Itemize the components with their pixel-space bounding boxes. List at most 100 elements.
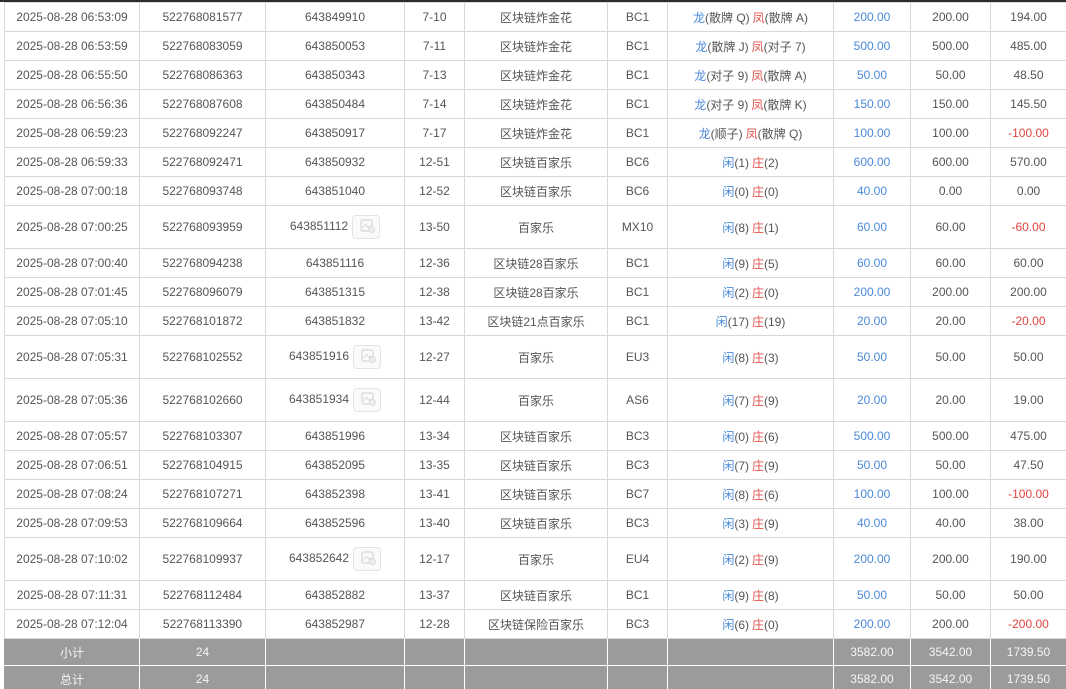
round-id-text: 643851040 <box>305 184 365 198</box>
cell-win-loss: 48.50 <box>991 61 1066 90</box>
cell-bet-amount: 200.00 <box>834 3 911 32</box>
cell-result: 闲(8)庄(3) <box>668 336 834 379</box>
cell-table-seat: 7-13 <box>405 61 465 90</box>
cell-round-id: 643852095 <box>266 451 405 480</box>
cell-time: 2025-08-28 07:01:45 <box>5 278 140 307</box>
cell-round-id: 643850343 <box>266 61 405 90</box>
bet-amount-link[interactable]: 100.00 <box>854 487 891 501</box>
table-row: 2025-08-28 07:05:57522768103307643851996… <box>5 422 1066 451</box>
cell-result: 闲(7)庄(9) <box>668 379 834 422</box>
bet-amount-link[interactable]: 600.00 <box>854 155 891 169</box>
cell-game-name: 区块链炸金花 <box>465 61 608 90</box>
result-red-label: 庄 <box>752 488 764 502</box>
cell-round-id: 643850484 <box>266 90 405 119</box>
cell-table-seat: 7-14 <box>405 90 465 119</box>
result-media-icon[interactable] <box>353 345 381 369</box>
result-red-detail: (9) <box>764 517 779 531</box>
result-blue-detail: (7) <box>734 459 749 473</box>
footer-label: 总计 <box>5 666 140 689</box>
cell-game-name: 区块链百家乐 <box>465 509 608 538</box>
cell-result: 闲(0)庄(0) <box>668 177 834 206</box>
result-media-icon[interactable] <box>352 215 380 239</box>
bet-amount-link[interactable]: 500.00 <box>854 39 891 53</box>
cell-order-id: 522768109937 <box>140 538 266 581</box>
cell-bet-amount: 100.00 <box>834 119 911 148</box>
result-red-label: 庄 <box>752 459 764 473</box>
cell-valid-amount: 100.00 <box>911 119 991 148</box>
cell-table-code: BC1 <box>608 61 668 90</box>
cell-time: 2025-08-28 06:59:33 <box>5 148 140 177</box>
bet-amount-link[interactable]: 20.00 <box>857 393 887 407</box>
table-row: 2025-08-28 06:56:36522768087608643850484… <box>5 90 1066 119</box>
cell-game-name: 区块链百家乐 <box>465 148 608 177</box>
footer-bet-total: 3582.00 <box>834 666 911 689</box>
result-blue-label: 闲 <box>722 394 734 408</box>
cell-time: 2025-08-28 07:08:24 <box>5 480 140 509</box>
cell-bet-amount: 50.00 <box>834 336 911 379</box>
bet-amount-link[interactable]: 500.00 <box>854 429 891 443</box>
cell-result: 闲(2)庄(9) <box>668 538 834 581</box>
result-blue-detail: (0) <box>734 185 749 199</box>
bet-amount-link[interactable]: 50.00 <box>857 350 887 364</box>
bet-amount-link[interactable]: 100.00 <box>854 126 891 140</box>
result-blue-label: 闲 <box>722 221 734 235</box>
cell-game-name: 百家乐 <box>465 538 608 581</box>
round-id-text: 643850484 <box>305 97 365 111</box>
result-red-detail: (3) <box>764 351 779 365</box>
cell-table-code: BC1 <box>608 278 668 307</box>
cell-bet-amount: 50.00 <box>834 451 911 480</box>
table-row: 2025-08-28 07:00:25522768093959643851112… <box>5 206 1066 249</box>
betting-records-table: 2025-08-28 06:53:09522768081577643849910… <box>4 2 1066 689</box>
cell-win-loss: 194.00 <box>991 3 1066 32</box>
result-blue-detail: (8) <box>734 221 749 235</box>
round-id-text: 643850053 <box>305 39 365 53</box>
cell-result: 闲(9)庄(5) <box>668 249 834 278</box>
bet-amount-link[interactable]: 200.00 <box>854 285 891 299</box>
cell-time: 2025-08-28 07:00:18 <box>5 177 140 206</box>
round-id-text: 643851916 <box>289 349 349 363</box>
result-blue-detail: (对子 9) <box>706 98 748 112</box>
cell-table-seat: 12-52 <box>405 177 465 206</box>
result-red-detail: (19) <box>764 315 785 329</box>
bet-amount-link[interactable]: 200.00 <box>854 552 891 566</box>
cell-valid-amount: 200.00 <box>911 278 991 307</box>
bet-amount-link[interactable]: 50.00 <box>857 588 887 602</box>
result-red-label: 庄 <box>752 430 764 444</box>
cell-table-seat: 13-37 <box>405 581 465 610</box>
footer-empty-cell <box>668 639 834 666</box>
cell-round-id: 643851112 <box>266 206 405 249</box>
cell-table-seat: 12-28 <box>405 610 465 639</box>
cell-win-loss: 485.00 <box>991 32 1066 61</box>
table-row: 2025-08-28 07:10:02522768109937643852642… <box>5 538 1066 581</box>
bet-amount-link[interactable]: 40.00 <box>857 516 887 530</box>
bet-amount-link[interactable]: 150.00 <box>854 97 891 111</box>
cell-valid-amount: 600.00 <box>911 148 991 177</box>
bet-amount-link[interactable]: 60.00 <box>857 256 887 270</box>
cell-win-loss: 190.00 <box>991 538 1066 581</box>
bet-amount-link[interactable]: 50.00 <box>857 458 887 472</box>
footer-empty-cell <box>668 666 834 689</box>
bet-amount-link[interactable]: 60.00 <box>857 220 887 234</box>
bet-amount-link[interactable]: 40.00 <box>857 184 887 198</box>
cell-round-id: 643852882 <box>266 581 405 610</box>
result-blue-detail: (1) <box>734 156 749 170</box>
cell-round-id: 643849910 <box>266 3 405 32</box>
cell-game-name: 区块链炸金花 <box>465 119 608 148</box>
cell-game-name: 区块链百家乐 <box>465 581 608 610</box>
result-blue-label: 闲 <box>722 488 734 502</box>
bet-amount-link[interactable]: 50.00 <box>857 68 887 82</box>
table-row: 2025-08-28 07:00:18522768093748643851040… <box>5 177 1066 206</box>
result-red-label: 庄 <box>752 257 764 271</box>
result-media-icon[interactable] <box>353 547 381 571</box>
round-id-text: 643852882 <box>305 588 365 602</box>
result-media-icon[interactable] <box>353 388 381 412</box>
result-red-label: 庄 <box>752 315 764 329</box>
bet-amount-link[interactable]: 200.00 <box>854 617 891 631</box>
bet-amount-link[interactable]: 200.00 <box>854 10 891 24</box>
bet-amount-link[interactable]: 20.00 <box>857 314 887 328</box>
cell-win-loss: 570.00 <box>991 148 1066 177</box>
cell-table-seat: 12-44 <box>405 379 465 422</box>
footer-empty-cell <box>405 666 465 689</box>
betting-records-page: 2025-08-28 06:53:09522768081577643849910… <box>0 0 1066 689</box>
round-id-text: 643851116 <box>306 256 364 270</box>
